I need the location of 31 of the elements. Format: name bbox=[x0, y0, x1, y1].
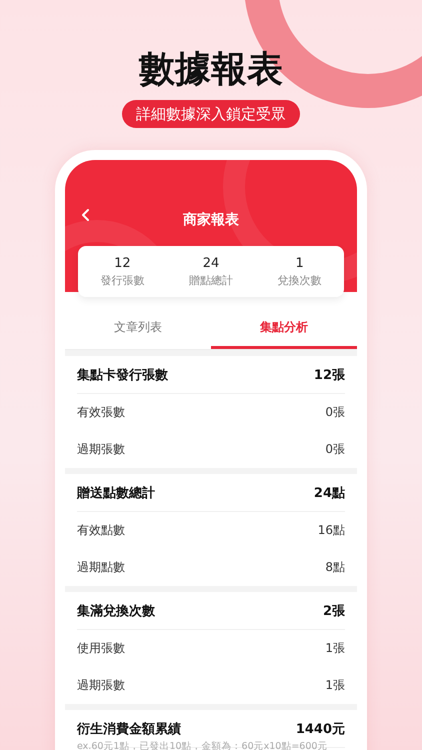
section-value: 12張 bbox=[314, 366, 345, 384]
row-value: 1張 bbox=[325, 677, 345, 694]
row-label: 過期張數 bbox=[77, 441, 125, 458]
tab[interactable]: 集點分析 bbox=[211, 311, 357, 349]
row-label: 過期點數 bbox=[77, 559, 125, 576]
stat-label: 兌換次數 bbox=[276, 273, 323, 289]
section-value: 1440元 bbox=[296, 720, 345, 738]
stat-label: 發行張數 bbox=[99, 273, 146, 289]
section-title: 集滿兌換次數 bbox=[77, 602, 155, 620]
subtitle-pill: 詳細數據深入鎖定受眾 bbox=[122, 100, 300, 128]
row-value: 16點 bbox=[318, 522, 345, 539]
stat-value: 24 bbox=[202, 255, 220, 273]
stat-value: 12 bbox=[113, 255, 132, 273]
screen-title: 商家報表 bbox=[183, 211, 239, 229]
section-title: 贈送點數總計 bbox=[77, 484, 155, 502]
section-value: 24點 bbox=[314, 484, 345, 502]
row-value: 0張 bbox=[325, 404, 345, 421]
stat-value: 1 bbox=[294, 255, 305, 273]
headline: 數據報表 bbox=[139, 48, 283, 92]
section-title: 集點卡發行張數 bbox=[77, 366, 168, 384]
row-label: 過期張數 bbox=[77, 677, 125, 694]
row-label: 使用張數 bbox=[77, 640, 125, 657]
section-title: 衍生消費金額累績 bbox=[77, 720, 181, 738]
row-value: 1張 bbox=[325, 640, 345, 657]
row-value: 0張 bbox=[325, 441, 345, 458]
section-value: 2張 bbox=[322, 602, 345, 620]
row-value: 8點 bbox=[325, 559, 345, 576]
tab[interactable]: 文章列表 bbox=[65, 311, 211, 349]
row-label: 有效張數 bbox=[77, 404, 125, 421]
row-label: 有效點數 bbox=[77, 522, 125, 539]
stat-label: 贈點總計 bbox=[188, 273, 234, 289]
